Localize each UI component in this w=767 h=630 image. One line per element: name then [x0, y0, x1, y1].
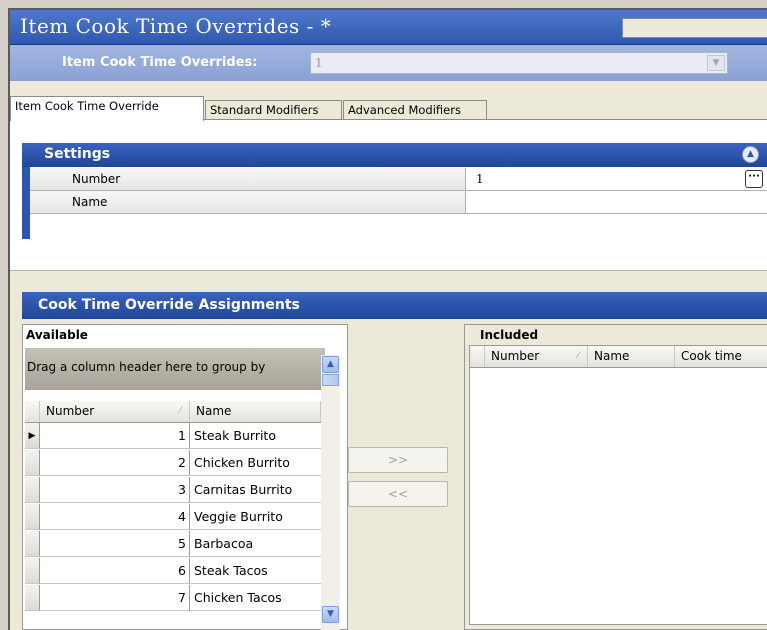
scroll-up-icon[interactable]: ▲ — [322, 356, 339, 373]
cell-number: 1 — [40, 423, 190, 449]
property-row-number: Number 1 ··· — [30, 168, 767, 191]
cell-name: Chicken Burrito — [190, 450, 321, 476]
table-row[interactable]: 4 Veggie Burrito — [25, 504, 321, 531]
cell-name: Steak Tacos — [190, 558, 321, 584]
row-selector — [25, 585, 40, 611]
available-grid-header: Number ⁄ Name — [25, 401, 321, 423]
included-label: Included — [480, 328, 539, 342]
chevron-up-double-icon[interactable]: ▲ — [742, 146, 759, 163]
cell-number: 7 — [40, 585, 190, 611]
tab-content: Settings ▲ Number 1 ··· Name — [10, 119, 767, 270]
scroll-down-icon[interactable]: ▼ — [322, 606, 339, 623]
scroll-thumb[interactable] — [322, 374, 339, 386]
cell-number: 5 — [40, 531, 190, 557]
remove-from-included-button[interactable]: << — [348, 481, 448, 507]
column-header-cook-time[interactable]: Cook time — [675, 346, 767, 367]
column-header-name[interactable]: Name — [588, 346, 675, 367]
record-selector-bar: Item Cook Time Overrides: 1 ▼ — [10, 45, 767, 81]
tab-item-cook-time-override[interactable]: Item Cook Time Override — [10, 96, 204, 121]
cell-number: 2 — [40, 450, 190, 476]
sort-indicator-icon: ⁄ — [577, 351, 579, 361]
property-value-number[interactable]: 1 — [476, 168, 484, 190]
title-bar: Item Cook Time Overrides - * — [10, 10, 767, 45]
column-header-name[interactable]: Name — [190, 401, 321, 422]
included-grid-header: Number ⁄ Name Cook time — [470, 346, 767, 368]
add-to-included-button[interactable]: >> — [348, 447, 448, 473]
record-selector-dropdown[interactable]: 1 ▼ — [310, 52, 728, 74]
table-row[interactable]: 7 Chicken Tacos — [25, 585, 321, 612]
title-search-field[interactable] — [622, 18, 767, 38]
assignments-title: Cook Time Override Assignments — [38, 297, 300, 313]
window: Item Cook Time Overrides - * Item Cook T… — [8, 8, 767, 630]
row-pointer-icon: ▶ — [25, 423, 40, 449]
available-label: Available — [26, 328, 88, 342]
property-row-name: Name — [30, 191, 767, 214]
splitter[interactable] — [10, 270, 767, 287]
property-label-name: Name — [30, 191, 466, 213]
column-header-cook-time-label: Cook time — [681, 349, 742, 363]
row-selector — [25, 477, 40, 503]
row-selector — [25, 558, 40, 584]
row-selector-header — [470, 346, 485, 367]
cell-name: Barbacoa — [190, 531, 321, 557]
row-selector — [25, 504, 40, 530]
tab-advanced-modifiers[interactable]: Advanced Modifiers — [343, 100, 487, 120]
column-header-number-label: Number — [491, 349, 540, 363]
table-row[interactable]: 2 Chicken Burrito — [25, 450, 321, 477]
cell-number: 4 — [40, 504, 190, 530]
column-header-name-label: Name — [196, 404, 232, 418]
row-selector-header — [25, 401, 40, 422]
tab-strip: Item Cook Time Override Standard Modifie… — [10, 96, 767, 121]
cell-name: Chicken Tacos — [190, 585, 321, 611]
settings-title: Settings — [44, 146, 111, 162]
assignments-header: Cook Time Override Assignments — [22, 292, 767, 319]
ellipsis-icon[interactable]: ··· — [745, 170, 763, 188]
window-title: Item Cook Time Overrides - * — [20, 14, 332, 38]
property-label-number: Number — [30, 168, 466, 190]
chevron-down-icon[interactable]: ▼ — [707, 55, 725, 71]
included-grid[interactable] — [469, 345, 767, 625]
sort-indicator-icon: ⁄ — [179, 406, 181, 416]
row-selector — [25, 450, 40, 476]
table-row[interactable]: ▶ 1 Steak Burrito — [25, 423, 321, 450]
table-row[interactable]: 5 Barbacoa — [25, 531, 321, 558]
column-header-number[interactable]: Number ⁄ — [485, 346, 588, 367]
tab-standard-modifiers[interactable]: Standard Modifiers — [205, 100, 342, 120]
table-row[interactable]: 3 Carnitas Burrito — [25, 477, 321, 504]
column-header-number-label: Number — [46, 404, 95, 418]
cell-number: 3 — [40, 477, 190, 503]
table-row[interactable]: 6 Steak Tacos — [25, 558, 321, 585]
row-selector — [25, 531, 40, 557]
settings-header: Settings ▲ — [22, 143, 767, 167]
column-header-name-label: Name — [594, 349, 630, 363]
cell-number: 6 — [40, 558, 190, 584]
record-selector-label: Item Cook Time Overrides: — [62, 55, 258, 70]
column-header-number[interactable]: Number ⁄ — [40, 401, 190, 422]
group-by-area[interactable]: Drag a column header here to group by — [25, 348, 325, 390]
cell-name: Carnitas Burrito — [190, 477, 321, 503]
cell-name: Steak Burrito — [190, 423, 321, 449]
cell-name: Veggie Burrito — [190, 504, 321, 530]
record-selector-value: 1 — [315, 56, 323, 70]
group-by-hint: Drag a column header here to group by — [27, 360, 266, 374]
available-scrollbar[interactable]: ▲ ▼ — [321, 355, 340, 630]
